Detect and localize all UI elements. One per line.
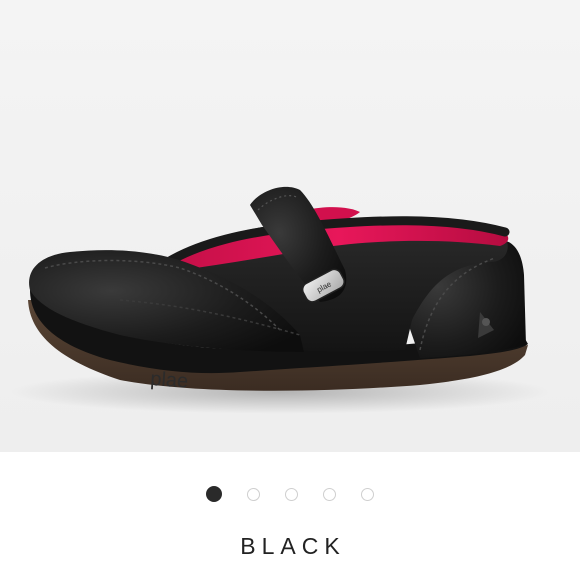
product-color-name: BLACK	[240, 533, 346, 559]
carousel-dot-2[interactable]	[247, 487, 260, 501]
carousel-dot-5[interactable]	[361, 487, 374, 501]
shoe-illustration: plae plae	[0, 0, 580, 452]
carousel-dot-4[interactable]	[323, 487, 336, 501]
svg-text:plae: plae	[150, 368, 189, 393]
product-photo[interactable]: plae plae	[0, 0, 580, 452]
carousel-dot-3[interactable]	[285, 487, 298, 501]
carousel-dot-1[interactable]	[206, 486, 222, 502]
product-page: plae plae BLACK	[0, 0, 580, 580]
image-carousel-indicator	[0, 484, 580, 504]
